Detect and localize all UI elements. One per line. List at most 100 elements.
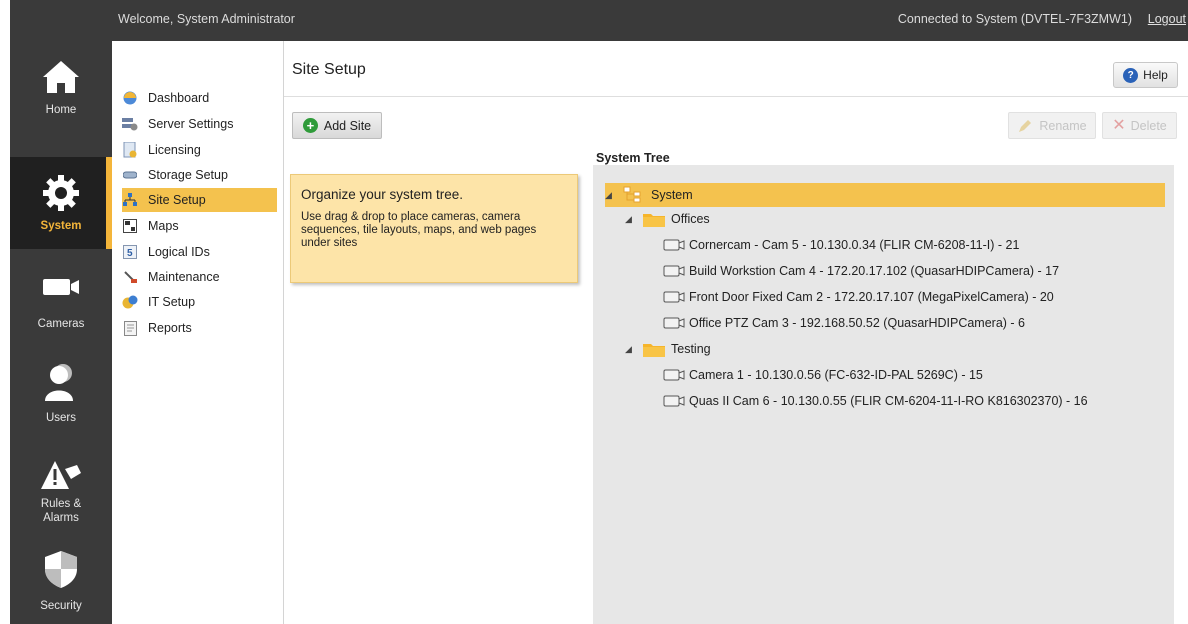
licensing-icon — [122, 142, 138, 158]
tree-node-label: Cornercam - Cam 5 - 10.130.0.34 (FLIR CM… — [689, 238, 1020, 252]
tree-node-label: Office PTZ Cam 3 - 192.168.50.52 (Quasar… — [689, 316, 1026, 330]
svg-text:5: 5 — [127, 248, 133, 259]
subnav-label: Storage Setup — [148, 168, 228, 182]
subnav-item-logical-ids[interactable]: 5 Logical IDs — [122, 240, 277, 264]
top-bar: Welcome, System Administrator Connected … — [10, 0, 1188, 41]
nav-item-cameras[interactable]: Cameras — [10, 251, 112, 343]
delete-x-icon: ✕ — [1112, 116, 1126, 134]
plus-icon: + — [302, 118, 318, 133]
subnav-label: Maps — [148, 219, 179, 233]
nav-label-system: System — [40, 220, 82, 232]
subnav-item-maps[interactable]: Maps — [122, 214, 277, 238]
nav-label-users: Users — [45, 412, 77, 424]
nav-label-home: Home — [45, 104, 77, 116]
nav-item-users[interactable]: Users — [10, 345, 112, 437]
nav-label-rules-alarms: Rules & Alarms — [40, 498, 82, 524]
welcome-text: Welcome, System Administrator — [118, 12, 295, 26]
info-body: Use drag & drop to place cameras, camera… — [301, 211, 537, 249]
folder-icon — [643, 213, 665, 227]
reports-icon — [122, 320, 138, 336]
system-tree-label: System Tree — [596, 151, 670, 165]
shield-icon — [45, 551, 77, 588]
camera-icon — [43, 279, 79, 295]
camera-icon — [663, 239, 685, 251]
nav-label-security: Security — [40, 600, 82, 612]
rename-label: Rename — [1039, 118, 1087, 133]
tree-node-folder-offices[interactable]: ◢ Offices — [625, 207, 710, 231]
subnav-item-reports[interactable]: Reports — [122, 316, 277, 340]
tree-node-label: Quas II Cam 6 - 10.130.0.55 (FLIR CM-620… — [689, 394, 1088, 408]
subnav-label: Server Settings — [148, 117, 234, 131]
tree-node-label: Camera 1 - 10.130.0.56 (FC-632-ID-PAL 52… — [689, 368, 983, 382]
subnav-label: Site Setup — [148, 193, 206, 207]
nav-item-home[interactable]: Home — [10, 41, 112, 133]
subnav-label: IT Setup — [148, 295, 196, 309]
subnav-item-licensing[interactable]: Licensing — [122, 138, 277, 162]
connection-status: Connected to System (DVTEL-7F3ZMW1) — [897, 12, 1132, 26]
storage-icon — [122, 167, 138, 183]
help-icon: ? — [1123, 67, 1139, 83]
help-button[interactable]: ? Help — [1113, 62, 1178, 88]
it-setup-icon — [122, 294, 138, 310]
help-label: Help — [1143, 68, 1168, 82]
nav-label-cameras: Cameras — [37, 318, 85, 330]
main-content: Site Setup ? Help + Add Site Rename ✕ De… — [284, 41, 1188, 624]
tree-node-label: System — [651, 188, 693, 202]
folder-icon — [643, 343, 665, 357]
nav-item-rules-alarms[interactable]: Rules & Alarms — [10, 439, 112, 531]
expand-caret-icon: ◢ — [625, 343, 632, 354]
page-title: Site Setup — [292, 61, 366, 78]
logical-id-icon: 5 — [122, 244, 138, 260]
gear-icon — [43, 175, 79, 211]
system-subnav: Dashboard Server Settings Licensing Stor… — [112, 41, 284, 624]
tree-node-camera[interactable]: Cornercam - Cam 5 - 10.130.0.34 (FLIR CM… — [663, 233, 1019, 257]
subnav-item-server-settings[interactable]: Server Settings — [122, 112, 277, 136]
subnav-item-it-setup[interactable]: IT Setup — [122, 290, 277, 314]
logout-link[interactable]: Logout — [1148, 12, 1186, 26]
nav-item-system[interactable]: System — [10, 157, 112, 249]
title-divider — [284, 96, 1188, 97]
subnav-label: Reports — [148, 321, 192, 335]
site-tree-icon — [122, 192, 138, 208]
maintenance-icon — [122, 269, 138, 285]
tree-node-camera[interactable]: Build Workstion Cam 4 - 172.20.17.102 (Q… — [663, 259, 1059, 283]
camera-icon — [663, 291, 685, 303]
delete-button[interactable]: ✕ Delete — [1102, 112, 1177, 139]
camera-icon — [663, 369, 685, 381]
tree-node-label: Offices — [671, 212, 710, 226]
tree-node-camera[interactable]: Quas II Cam 6 - 10.130.0.55 (FLIR CM-620… — [663, 389, 1088, 413]
left-edge-strip — [0, 0, 10, 624]
pencil-icon — [1019, 119, 1032, 132]
subnav-label: Licensing — [148, 143, 201, 157]
add-site-button[interactable]: + Add Site — [292, 112, 382, 139]
info-heading: Organize your system tree. — [301, 187, 464, 202]
tree-node-label: Testing — [671, 342, 711, 356]
info-callout: Organize your system tree. Use drag & dr… — [290, 174, 578, 283]
tree-node-camera[interactable]: Front Door Fixed Cam 2 - 172.20.17.107 (… — [663, 285, 1054, 309]
camera-icon — [663, 395, 685, 407]
camera-icon — [663, 265, 685, 277]
main-nav-rail: Home System Cameras Users Rules & Alarms… — [10, 41, 112, 624]
nav-item-security[interactable]: Security — [10, 533, 112, 624]
subnav-label: Maintenance — [148, 270, 220, 284]
subnav-item-storage-setup[interactable]: Storage Setup — [122, 163, 277, 187]
alarm-icon — [41, 461, 81, 489]
rename-button[interactable]: Rename — [1008, 112, 1096, 139]
expand-caret-icon: ◢ — [625, 213, 632, 224]
tree-node-label: Build Workstion Cam 4 - 172.20.17.102 (Q… — [689, 264, 1060, 278]
system-tree-icon — [623, 186, 641, 203]
subnav-item-dashboard[interactable]: Dashboard — [122, 86, 277, 110]
home-icon — [43, 61, 79, 93]
expand-caret-icon: ◢ — [605, 189, 612, 200]
tree-node-camera[interactable]: Camera 1 - 10.130.0.56 (FC-632-ID-PAL 52… — [663, 363, 983, 387]
subnav-item-maintenance[interactable]: Maintenance — [122, 265, 277, 289]
dashboard-icon — [122, 90, 138, 106]
subnav-item-site-setup[interactable]: Site Setup — [122, 188, 277, 212]
user-icon — [45, 364, 73, 401]
subnav-label: Dashboard — [148, 91, 210, 105]
system-tree-panel: ◢ System ◢ Offices Cornercam - Cam 5 - 1… — [593, 165, 1174, 624]
tree-node-system[interactable]: ◢ System — [605, 183, 1165, 207]
map-icon — [122, 218, 138, 234]
tree-node-folder-testing[interactable]: ◢ Testing — [625, 337, 711, 361]
tree-node-camera[interactable]: Office PTZ Cam 3 - 192.168.50.52 (Quasar… — [663, 311, 1025, 335]
